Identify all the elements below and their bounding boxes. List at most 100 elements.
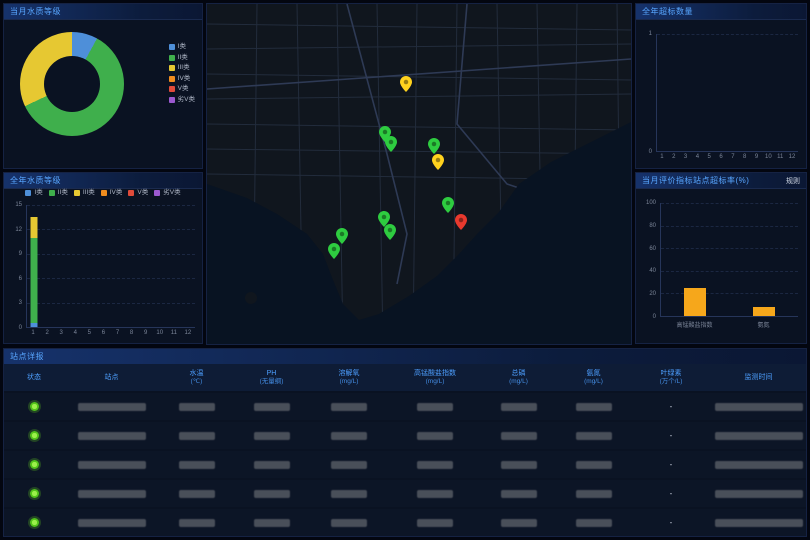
map-pin-red[interactable]	[455, 214, 467, 230]
map-pin-green[interactable]	[385, 136, 397, 152]
redacted-value	[417, 432, 453, 440]
x-tick-label: 10	[153, 330, 167, 340]
redacted-value	[179, 490, 215, 498]
monthly-rate-bar-chart[interactable]	[660, 203, 798, 317]
annual-exceed-line-chart[interactable]	[656, 34, 798, 152]
map-pin-yellow[interactable]	[432, 154, 444, 170]
map-pin-green[interactable]	[428, 138, 440, 154]
bar-segment	[31, 238, 38, 323]
redacted-value	[78, 490, 146, 498]
legend-item[interactable]: II类	[49, 190, 68, 197]
map-pin-green[interactable]	[336, 228, 348, 244]
legend-item[interactable]: IV类	[101, 190, 123, 197]
map-pin-yellow[interactable]	[400, 76, 412, 92]
table-cell	[481, 490, 556, 498]
table-cell	[159, 461, 234, 469]
y-tick-label: 9	[19, 251, 22, 257]
table-row[interactable]: -	[4, 480, 806, 507]
column-header: PH(无量纲)	[234, 369, 309, 387]
stacked-bar[interactable]	[73, 205, 80, 327]
pin-icon	[384, 224, 396, 240]
panel-annual-exceed-count: 全年超标数量 01 123456789101112	[635, 3, 807, 169]
legend-item[interactable]: I类	[25, 190, 42, 197]
bar-segment	[31, 217, 38, 237]
x-tick-label: 1	[26, 330, 40, 340]
x-axis-labels: 123456789101112	[656, 154, 798, 164]
legend-swatch	[25, 190, 31, 196]
table-row[interactable]: -	[4, 393, 806, 420]
legend-item[interactable]: III类	[169, 65, 195, 72]
x-tick-label: 12	[786, 154, 798, 164]
map-pin-green[interactable]	[328, 243, 340, 259]
bar-slot	[83, 205, 97, 327]
x-tick-label: 2	[40, 330, 54, 340]
legend-item[interactable]: III类	[74, 190, 95, 197]
map-pin-green[interactable]	[384, 224, 396, 240]
bar[interactable]	[753, 307, 775, 316]
table-row[interactable]: -	[4, 422, 806, 449]
legend-item[interactable]: IV类	[169, 76, 195, 83]
stacked-bar[interactable]	[185, 205, 192, 327]
stacked-bar[interactable]	[129, 205, 136, 327]
table-row[interactable]: -	[4, 451, 806, 478]
table-cell	[64, 490, 159, 498]
bar-slot	[125, 205, 139, 327]
x-axis-labels: 高锰酸盐指数氨氮	[660, 320, 798, 330]
bar-segment	[31, 323, 38, 327]
legend-item[interactable]: V类	[128, 190, 148, 197]
table-cell	[234, 432, 309, 440]
legend-label: V类	[137, 190, 148, 197]
redacted-value	[179, 432, 215, 440]
table-row[interactable]: -	[4, 509, 806, 536]
redacted-value	[254, 519, 290, 527]
map-pin-green[interactable]	[442, 197, 454, 213]
redacted-value	[576, 461, 612, 469]
stacked-bar[interactable]	[59, 205, 66, 327]
redacted-value	[417, 490, 453, 498]
redacted-value	[501, 403, 537, 411]
status-dot-green	[30, 431, 39, 440]
stacked-bar[interactable]	[45, 205, 52, 327]
stacked-bar[interactable]	[143, 205, 150, 327]
legend-item[interactable]: V类	[169, 86, 195, 93]
redacted-value	[501, 461, 537, 469]
status-dot-green	[30, 518, 39, 527]
bar[interactable]	[684, 288, 706, 316]
table-cell	[4, 460, 64, 469]
panel-title: 当月水质等级	[10, 6, 61, 17]
stacked-bar[interactable]	[171, 205, 178, 327]
y-tick-label: 1	[649, 31, 652, 37]
stacked-bar[interactable]	[87, 205, 94, 327]
y-tick-label: 100	[646, 200, 656, 206]
panel-monthly-exceed-rate: 当月评价指标站点超标率(%) 规则 020406080100 高锰酸盐指数氨氮	[635, 172, 807, 344]
rules-link[interactable]: 规则	[786, 176, 800, 186]
x-tick-label: 4	[691, 154, 703, 164]
legend-swatch	[154, 190, 160, 196]
x-tick-label: 11	[167, 330, 181, 340]
table-cell	[234, 461, 309, 469]
monthly-grade-donut-chart[interactable]	[20, 32, 124, 136]
water-quality-dashboard: 当月水质等级 I类II类III类IV类V类劣V类 全年水质等级 I类II类III…	[0, 0, 810, 540]
stacked-bar[interactable]	[157, 205, 164, 327]
legend-item[interactable]: II类	[169, 55, 195, 62]
column-header: 叶绿素(万个/L)	[631, 369, 711, 387]
legend-label: 劣V类	[163, 190, 180, 197]
station-map[interactable]	[206, 3, 632, 345]
legend-item[interactable]: I类	[169, 44, 195, 51]
stacked-bar[interactable]	[115, 205, 122, 327]
legend-item[interactable]: 劣V类	[154, 190, 180, 197]
table-cell	[481, 432, 556, 440]
panel-title: 全年超标数量	[642, 6, 693, 17]
legend-label: IV类	[110, 190, 123, 197]
stacked-bar[interactable]	[31, 205, 38, 327]
table-cell: -	[631, 431, 711, 440]
donut-legend: I类 II类 III类 IV类 V类劣V类	[169, 44, 195, 103]
x-tick-label: 4	[68, 330, 82, 340]
legend-item[interactable]: 劣V类	[169, 97, 195, 104]
redacted-value	[501, 490, 537, 498]
annual-grade-bar-chart[interactable]	[26, 205, 195, 328]
bar-slot	[181, 205, 195, 327]
column-header: 站点	[64, 373, 159, 382]
table-cell	[389, 490, 481, 498]
stacked-bar[interactable]	[101, 205, 108, 327]
